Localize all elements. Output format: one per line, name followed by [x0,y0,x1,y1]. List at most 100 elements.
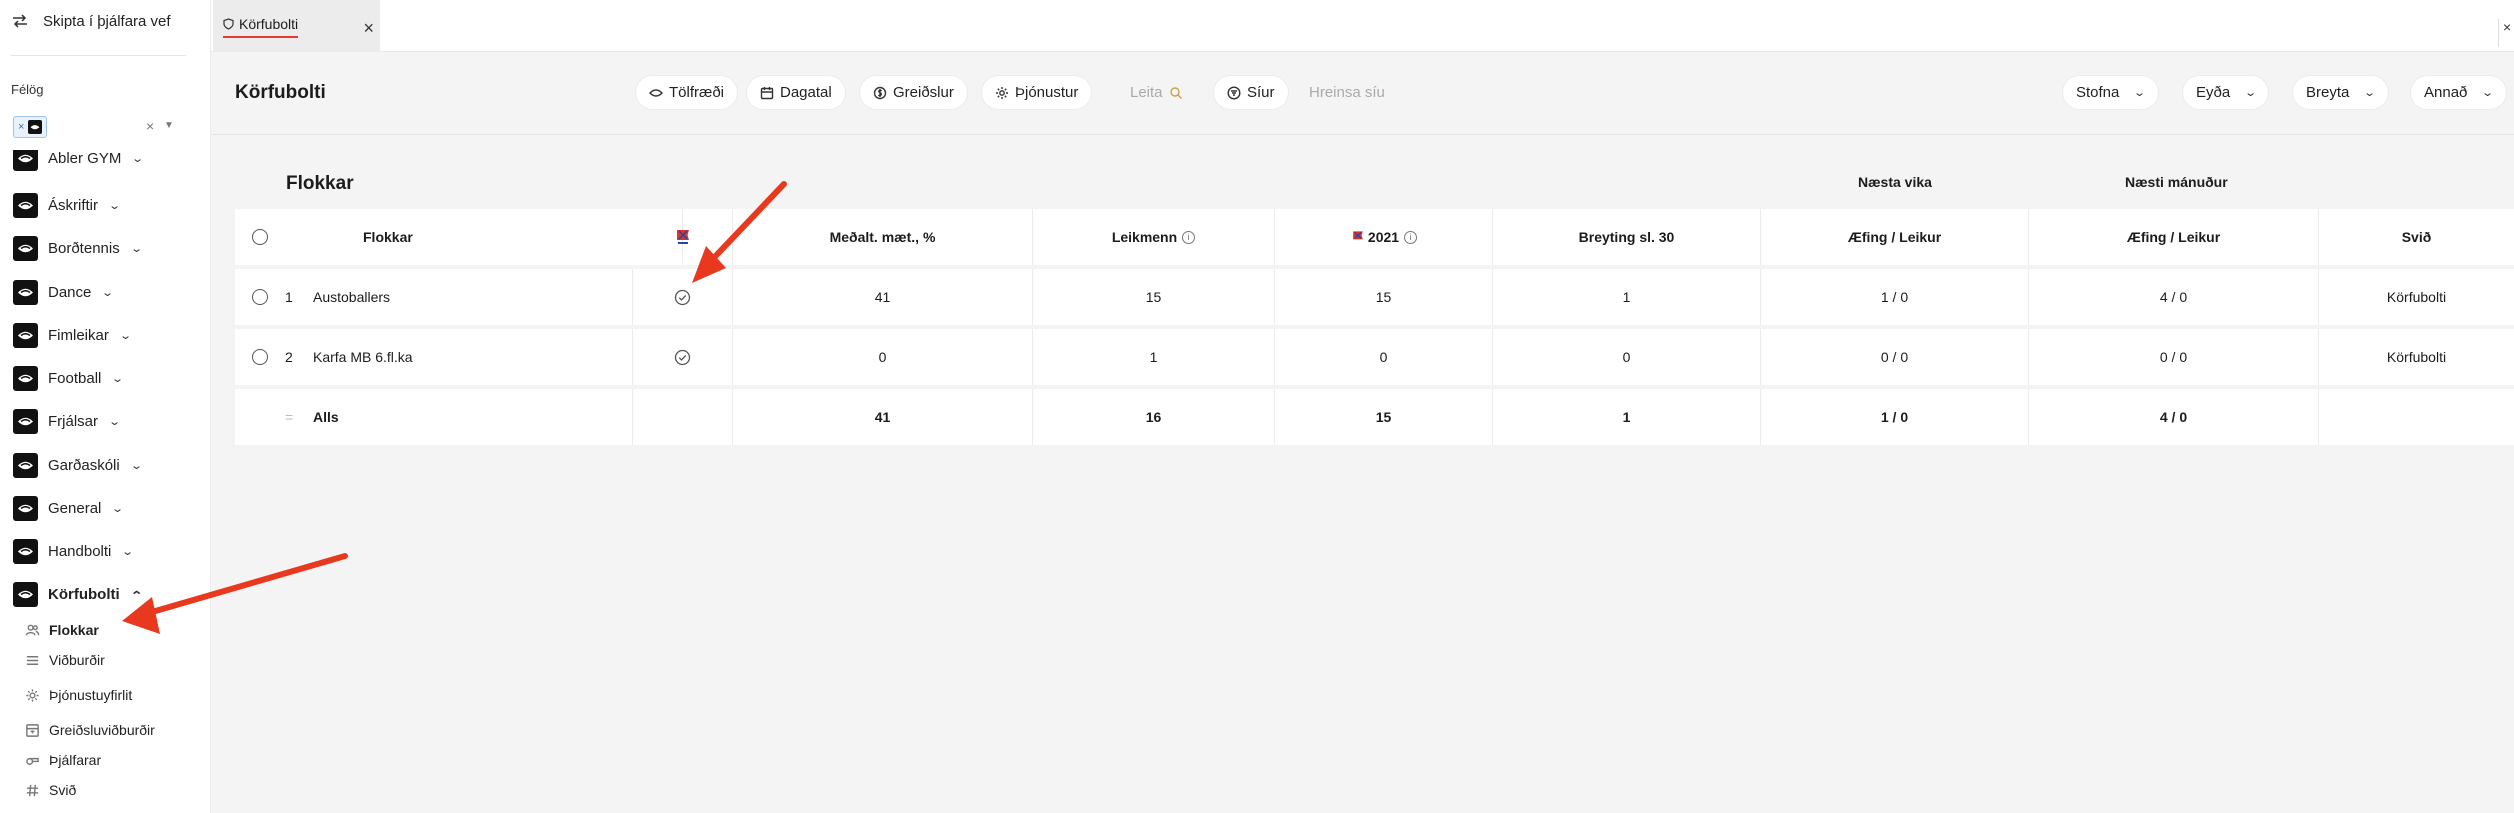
chevron-down-icon[interactable]: ⌄ [132,152,145,165]
table-header-row: Flokkar Meðalt. mæt., % Leikmenn i 2021 i … [235,209,2514,265]
club-logo-icon [13,452,38,478]
row-week: 0 / 0 [1761,329,2029,385]
toolbar: Körfubolti Tölfræði Dagatal Greiðslur Þj… [211,52,2514,135]
thjonustur-label: Þjónustur [1015,84,1079,101]
chevron-down-icon[interactable]: ⌄ [102,286,115,299]
chevron-down-icon[interactable]: ⌄ [112,372,125,385]
payment-icon [873,86,887,99]
info-icon[interactable]: i [1404,230,1418,244]
eyda-dropdown[interactable]: Eyða ⌄ [2183,76,2269,109]
total-month: 4 / 0 [2029,389,2319,445]
gear-icon [26,688,39,702]
tab-label-wrap: Körfubolti [223,16,299,38]
submenu-item-thjalfarar[interactable]: Þjálfarar [25,749,101,771]
submenu-item-svid[interactable]: Svið [25,779,76,801]
clear-select-icon[interactable]: × [146,118,154,134]
row-status-cell [633,269,733,325]
total-empty-cell [235,389,285,445]
col-header-leikmenn[interactable]: Leikmenn i [1033,209,1275,265]
club-logo-icon [13,495,38,521]
select-all-radio[interactable] [252,229,268,245]
table-row[interactable]: 2 Karfa MB 6.fl.ka 0 1 0 0 0 / 0 0 / 0 K… [235,329,2514,385]
chevron-down-icon[interactable]: ⌄ [130,242,143,255]
check-circle-icon [674,289,691,305]
row-svid: Körfubolti [2386,349,2447,365]
col-header-year[interactable]: 2021 i [1275,209,1493,265]
club-item-football[interactable]: Football ⌄ [13,364,125,392]
chevron-down-icon[interactable]: ⌄ [119,329,132,342]
felog-label: Félög [11,82,44,97]
club-label: Frjálsar [48,412,99,430]
club-label: Football [48,369,102,387]
selected-club-chip[interactable]: × [13,116,48,138]
club-select[interactable]: × × ▼ [13,114,177,140]
tab-korfubolti[interactable]: Körfubolti × [213,0,380,52]
submenu-label: Flokkar [49,622,99,638]
club-item-askriftir[interactable]: Áskriftir ⌄ [13,191,121,219]
row-name-cell[interactable]: 2 Karfa MB 6.fl.ka [285,329,633,385]
stofna-dropdown[interactable]: Stofna ⌄ [2063,76,2158,109]
row-medalt: 0 [733,329,1033,385]
chevron-down-icon[interactable]: ⌄ [130,459,143,472]
club-item-abler-gym[interactable]: Abler GYM ⌄ [13,150,145,172]
chevron-down-icon[interactable]: ⌄ [108,415,121,428]
submenu-item-thjonustuyfirlit[interactable]: Þjónustuyfirlit [25,684,132,706]
club-item-general[interactable]: General ⌄ [13,494,125,522]
switch-to-coach-web-link[interactable]: Skipta í þjálfara vef [11,12,171,30]
chevron-down-icon[interactable]: ▼ [164,120,174,131]
club-item-korfubolti[interactable]: Körfubolti ⌄ [13,580,143,608]
select-all-cell [235,209,285,265]
total-week: 1 / 0 [1761,389,2029,445]
club-logo-icon [13,581,38,607]
clear-filter-button[interactable]: Hreinsa síu [1296,76,1398,109]
col-header-aefing-month[interactable]: Æfing / Leikur [2029,209,2319,265]
row-radio[interactable] [252,349,268,365]
col-header-breyting[interactable]: Breyting sl. 30 [1493,209,1761,265]
club-item-frjalsar[interactable]: Frjálsar ⌄ [13,407,121,435]
breyta-dropdown[interactable]: Breyta ⌄ [2293,76,2388,109]
col-header-flokkar[interactable]: Flokkar [285,209,683,265]
info-icon[interactable]: i [1182,230,1196,244]
total-year: 15 [1275,389,1493,445]
club-list: Abler GYM ⌄ Áskriftir ⌄ Borðtennis ⌄ Dan… [13,150,203,630]
club-item-handbolti[interactable]: Handbolti ⌄ [13,537,135,565]
eyda-label: Eyða [2196,84,2231,101]
chevron-down-icon[interactable]: ⌄ [108,199,121,212]
row-name-cell[interactable]: 1 Austoballers [285,269,633,325]
row-status-cell [633,329,733,385]
close-icon[interactable]: × [363,19,374,37]
club-item-dance[interactable]: Dance ⌄ [13,278,115,306]
chevron-up-icon[interactable]: ⌄ [130,588,143,601]
search-input[interactable]: Leita [1117,76,1196,109]
table-row[interactable]: 1 Austoballers 41 15 15 1 1 / 0 4 / 0 Kö… [235,269,2514,325]
hash-icon [26,784,39,796]
check-circle-icon [674,349,691,365]
col-header-medalt[interactable]: Meðalt. mæt., % [733,209,1033,265]
clear-filter-label: Hreinsa síu [1309,84,1385,101]
greidslur-button[interactable]: Greiðslur [860,76,967,109]
thjonustur-button[interactable]: Þjónustur [982,76,1092,109]
club-label: Dance [48,283,92,301]
filter-button[interactable]: Síur [1214,76,1288,109]
total-svid [2319,389,2514,445]
club-item-gardaskoli[interactable]: Garðaskóli ⌄ [13,451,143,479]
club-item-bordtennis[interactable]: Borðtennis ⌄ [13,234,143,262]
club-item-fimleikar[interactable]: Fimleikar ⌄ [13,321,132,349]
submenu-item-vidburdir[interactable]: Viðburðir [25,649,105,671]
club-logo-icon [13,538,38,564]
chevron-down-icon[interactable]: ⌄ [112,502,125,515]
total-breyting: 1 [1493,389,1761,445]
annad-dropdown[interactable]: Annað ⌄ [2411,76,2506,109]
submenu-item-flokkar[interactable]: Flokkar [25,619,99,641]
col-header-aefing-week[interactable]: Æfing / Leikur [1761,209,2029,265]
col-header-svid[interactable]: Svið [2319,209,2514,265]
submenu-item-greidsluvidburdir[interactable]: Greiðsluviðburðir [25,719,155,741]
club-logo-icon [28,120,43,134]
overflow-close-icon[interactable]: × [2498,19,2514,47]
dagatal-button[interactable]: Dagatal [747,76,845,109]
chip-remove-icon[interactable]: × [18,121,24,133]
row-radio[interactable] [252,289,268,305]
chevron-down-icon[interactable]: ⌄ [122,545,135,558]
chevron-down-icon: ⌄ [2481,87,2495,99]
tolfraedi-button[interactable]: Tölfræði [636,76,738,109]
